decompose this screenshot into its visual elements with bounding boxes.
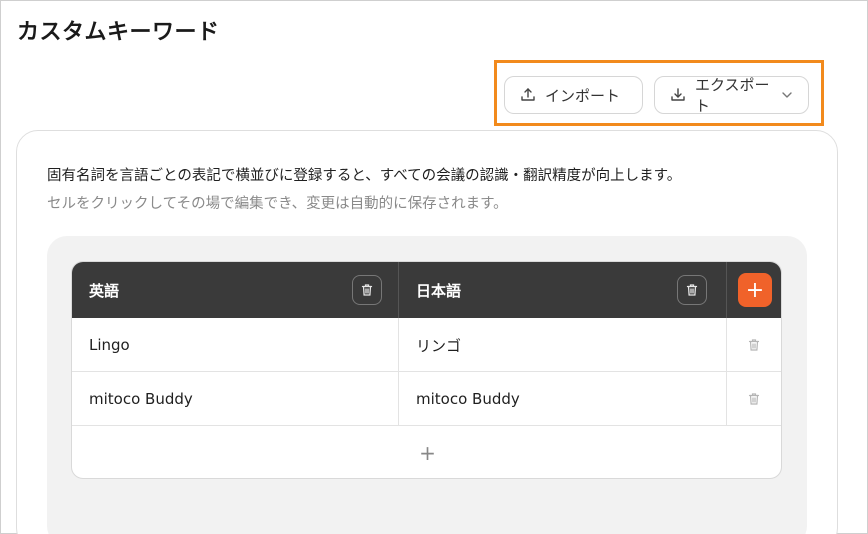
import-label: インポート: [545, 86, 621, 105]
upload-icon: [519, 86, 537, 104]
column-label-english: 英語: [89, 281, 120, 300]
delete-column-japanese-button[interactable]: [677, 275, 707, 305]
add-column-button[interactable]: +: [738, 273, 772, 307]
export-label: エクスポート: [695, 76, 770, 115]
export-button[interactable]: エクスポート: [654, 76, 809, 115]
delete-column-english-button[interactable]: [352, 275, 382, 305]
keyword-table: 英語 日本語 + Lingo リンゴ mitoco Buddy mitoco B…: [71, 261, 782, 479]
column-label-japanese: 日本語: [416, 281, 462, 300]
cell-english[interactable]: mitoco Buddy: [72, 372, 399, 426]
page-title: カスタムキーワード: [17, 20, 220, 45]
chevron-down-icon: [780, 88, 794, 102]
delete-row-button[interactable]: [744, 389, 764, 409]
cell-japanese[interactable]: リンゴ: [399, 318, 727, 372]
cell-english[interactable]: Lingo: [72, 318, 399, 372]
delete-row-button[interactable]: [744, 335, 764, 355]
trash-icon: [361, 284, 373, 296]
download-icon: [669, 86, 687, 104]
cell-japanese[interactable]: mitoco Buddy: [399, 372, 727, 426]
description-secondary: セルをクリックしてその場で編集でき、変更は自動的に保存されます。: [47, 196, 508, 212]
table-header: 英語 日本語 +: [72, 262, 781, 318]
add-row-button[interactable]: +: [72, 427, 781, 478]
table-row: mitoco Buddy mitoco Buddy: [72, 372, 781, 426]
column-header-english: 英語: [72, 262, 399, 318]
description-primary: 固有名詞を言語ごとの表記で横並びに登録すると、すべての会議の認識・翻訳精度が向上…: [47, 168, 682, 184]
trash-icon: [748, 393, 760, 405]
column-header-japanese: 日本語: [399, 262, 727, 318]
table-row: Lingo リンゴ: [72, 318, 781, 372]
import-button[interactable]: インポート: [504, 76, 643, 114]
trash-icon: [686, 284, 698, 296]
trash-icon: [748, 339, 760, 351]
